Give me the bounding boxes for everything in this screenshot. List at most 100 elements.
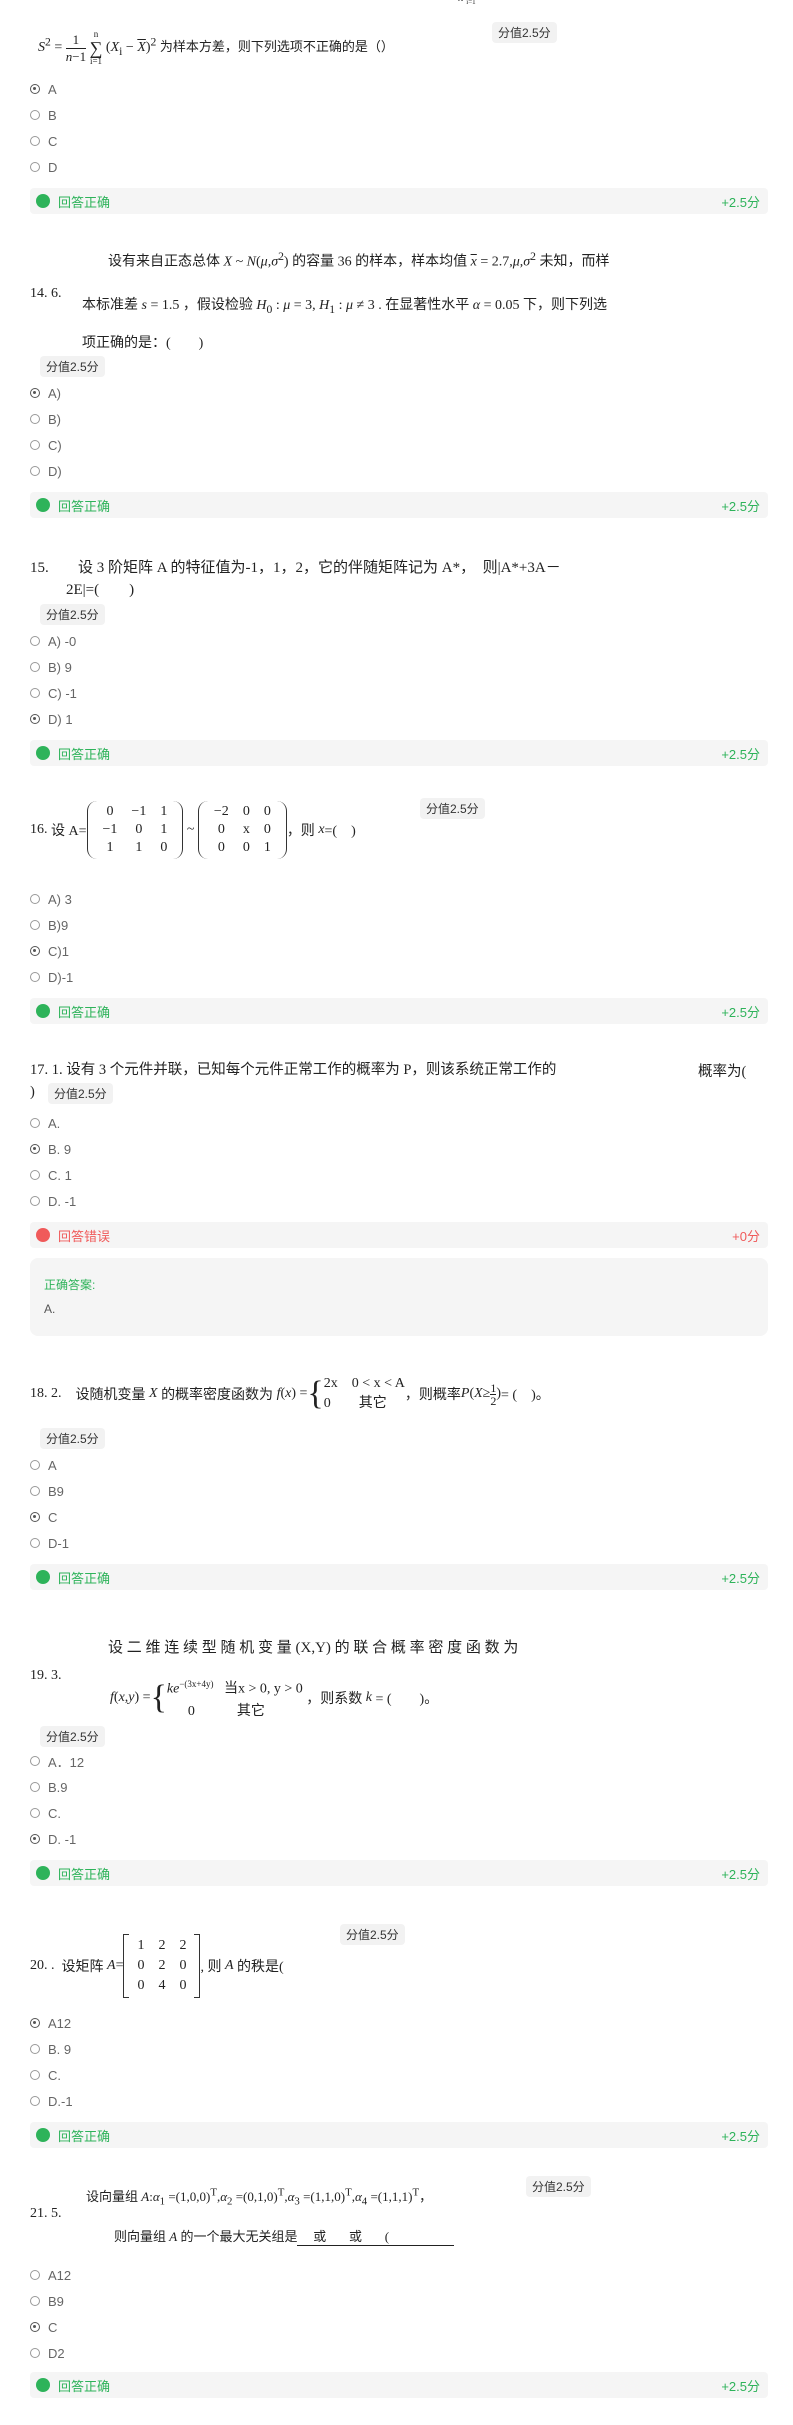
result-label: 回答正确 [58,1570,111,1586]
radio-selected-icon[interactable] [30,1144,40,1154]
radio-icon[interactable] [30,440,40,450]
option-label: D [48,159,58,175]
option-b[interactable]: B. 9 [30,1140,71,1158]
radio-icon[interactable] [30,2096,40,2106]
option-c[interactable]: C [30,1508,57,1526]
option-b[interactable]: B [30,106,57,124]
text: =( ) [324,824,356,839]
result-label: 回答正确 [58,498,111,514]
option-a[interactable]: A) [30,384,61,402]
option-a[interactable]: A) 3 [30,890,72,908]
radio-icon[interactable] [30,1538,40,1548]
option-d[interactable]: D) [30,462,62,480]
radio-selected-icon[interactable] [30,714,40,724]
option-a[interactable]: A．12 [30,1752,84,1770]
radio-icon[interactable] [30,1486,40,1496]
option-label: C [48,1509,58,1525]
radio-selected-icon[interactable] [30,1834,40,1844]
option-a[interactable]: A [30,80,57,98]
option-b[interactable]: B. 9 [30,2040,71,2058]
result-bar: ✓ 回答正确 +2.5分 [30,492,768,518]
option-d[interactable]: D.-1 [30,2092,73,2110]
radio-icon[interactable] [30,2044,40,2054]
score-badge: 分值2.5分 [40,604,105,625]
radio-icon[interactable] [30,688,40,698]
option-a[interactable]: A [30,1456,57,1474]
option-a[interactable]: A12 [30,2266,71,2284]
radio-selected-icon[interactable] [30,2322,40,2332]
radio-icon[interactable] [30,1118,40,1128]
option-d[interactable]: D [30,158,57,176]
radio-selected-icon[interactable] [30,388,40,398]
radio-icon[interactable] [30,1170,40,1180]
radio-icon[interactable] [30,414,40,424]
radio-icon[interactable] [30,466,40,476]
option-b[interactable]: B) 9 [30,658,72,676]
radio-icon[interactable] [30,2348,40,2358]
option-c[interactable]: C) [30,436,62,454]
question-number: 20. . [30,1958,55,1973]
option-d[interactable]: D) 1 [30,710,73,728]
option-b[interactable]: B) [30,410,61,428]
matrix-left: 0 −1 1 −1 0 1 110 [86,801,184,859]
radio-icon[interactable] [30,1808,40,1818]
option-c[interactable]: C)1 [30,942,69,960]
radio-icon[interactable] [30,1782,40,1792]
radio-icon[interactable] [30,2296,40,2306]
text: 本标准差 [82,298,138,313]
radio-icon[interactable] [30,636,40,646]
option-b[interactable]: B.9 [30,1778,68,1796]
radio-icon[interactable] [30,1196,40,1206]
option-d[interactable]: D. -1 [30,1830,76,1848]
radio-icon[interactable] [30,2270,40,2280]
radio-selected-icon[interactable] [30,946,40,956]
option-a[interactable]: A) -0 [30,632,76,650]
option-b[interactable]: B9 [30,1482,64,1500]
question-line-3: 项正确的是：( ) [82,336,204,351]
option-d[interactable]: D-1 [30,1534,69,1552]
radio-selected-icon[interactable] [30,1512,40,1522]
result-bar: ✓ 回答正确 +2.5分 [30,2122,768,2148]
option-label: C [48,133,58,149]
text: 或 [313,2229,327,2244]
option-d[interactable]: D2 [30,2344,65,2362]
question-number: 18. 2. [30,1386,62,1401]
question-text: 18. 2. 设随机变量 X 的概率密度函数为 f(x) = { 2x 0 < … [30,1375,550,1412]
radio-icon[interactable] [30,162,40,172]
question-text: 20. . 设矩阵 A = 122 020 040 , 则 A 的秩是( [30,1924,284,2008]
radio-icon[interactable] [30,1756,40,1766]
text: 则向量组 [114,2229,167,2244]
radio-icon[interactable] [30,662,40,672]
option-a[interactable]: A. [30,1114,60,1132]
radio-icon[interactable] [30,972,40,982]
option-b[interactable]: B9 [30,2292,64,2310]
option-c[interactable]: C. [30,1804,61,1822]
option-d[interactable]: D. -1 [30,1192,76,1210]
result-label: 回答正确 [58,194,111,210]
option-label: B) 9 [48,659,72,675]
case-line: 2x 0 < x < A [323,1376,405,1391]
text: ，则系数 [306,1692,363,1707]
text: ，则 [286,824,315,839]
option-c[interactable]: C [30,132,57,150]
radio-icon[interactable] [30,110,40,120]
radio-icon[interactable] [30,136,40,146]
option-c[interactable]: C) -1 [30,684,77,702]
option-label: D) [48,463,62,479]
option-label: A. [48,1115,61,1131]
option-a[interactable]: A12 [30,2014,71,2032]
option-c[interactable]: C. 1 [30,1166,72,1184]
option-b[interactable]: B)9 [30,916,68,934]
option-c[interactable]: C [30,2318,57,2336]
result-bar: ✓ 回答正确 +2.5分 [30,188,768,214]
option-d[interactable]: D)-1 [30,968,73,986]
radio-icon[interactable] [30,1460,40,1470]
radio-selected-icon[interactable] [30,2018,40,2028]
option-c[interactable]: C. [30,2066,61,2084]
radio-icon[interactable] [30,920,40,930]
option-label: A) -0 [48,633,77,649]
radio-selected-icon[interactable] [30,84,40,94]
radio-icon[interactable] [30,2070,40,2080]
question-line-2: 2E|=( ) [66,582,135,598]
radio-icon[interactable] [30,894,40,904]
